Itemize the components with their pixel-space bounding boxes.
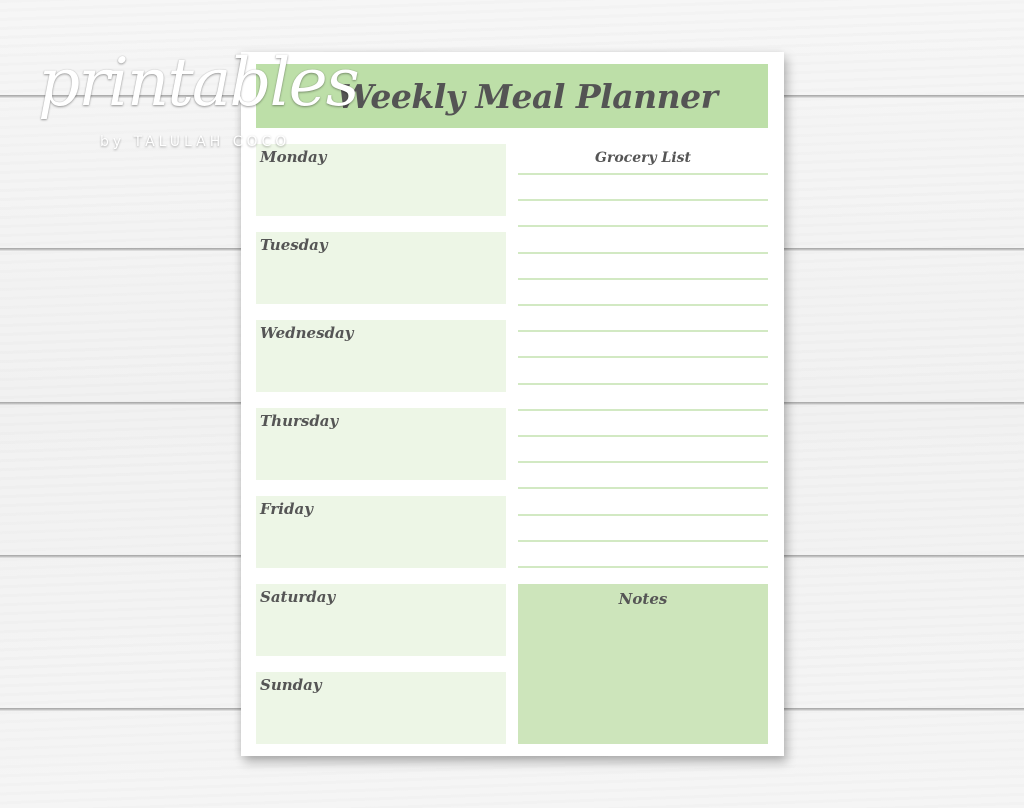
grocery-rule-line [518,173,768,175]
notes-heading: Notes [618,590,668,608]
day-box-thursday: Thursday [256,408,506,480]
grocery-rule-line [518,225,768,228]
grocery-rule-line [518,330,768,333]
notes-box: Notes [518,584,768,744]
grocery-rule-line [518,199,768,202]
grocery-rule-line [518,566,768,568]
day-label: Thursday [260,412,339,430]
day-label: Tuesday [260,236,328,254]
grocery-rule-line [518,539,768,542]
grocery-rule-line [518,487,768,490]
grocery-rule-line [518,356,768,359]
grocery-rule-line [518,435,768,437]
grocery-rule-line [518,513,768,516]
grocery-list-heading: Grocery List [595,150,691,166]
day-label: Sunday [260,676,322,694]
grocery-rule-line [518,461,768,464]
watermark-logo: printables by TALULAH COCO [38,40,360,160]
day-box-friday: Friday [256,496,506,568]
day-label: Wednesday [260,324,354,342]
grocery-rule-line [518,277,768,280]
grocery-rule-line [518,251,768,254]
watermark-byline: by TALULAH COCO [100,134,291,150]
grocery-rule-line [518,304,768,306]
page-title: Weekly Meal Planner [336,76,718,116]
meal-planner-sheet: Weekly Meal Planner Monday Tuesday Wedne… [241,52,784,756]
grocery-rule-line [518,382,768,385]
watermark-brand: printables [38,44,360,121]
grocery-rule-line [518,408,768,411]
day-box-saturday: Saturday [256,584,506,656]
day-box-sunday: Sunday [256,672,506,744]
day-box-tuesday: Tuesday [256,232,506,304]
day-label: Saturday [260,588,336,606]
day-box-wednesday: Wednesday [256,320,506,392]
day-label: Friday [260,500,313,518]
